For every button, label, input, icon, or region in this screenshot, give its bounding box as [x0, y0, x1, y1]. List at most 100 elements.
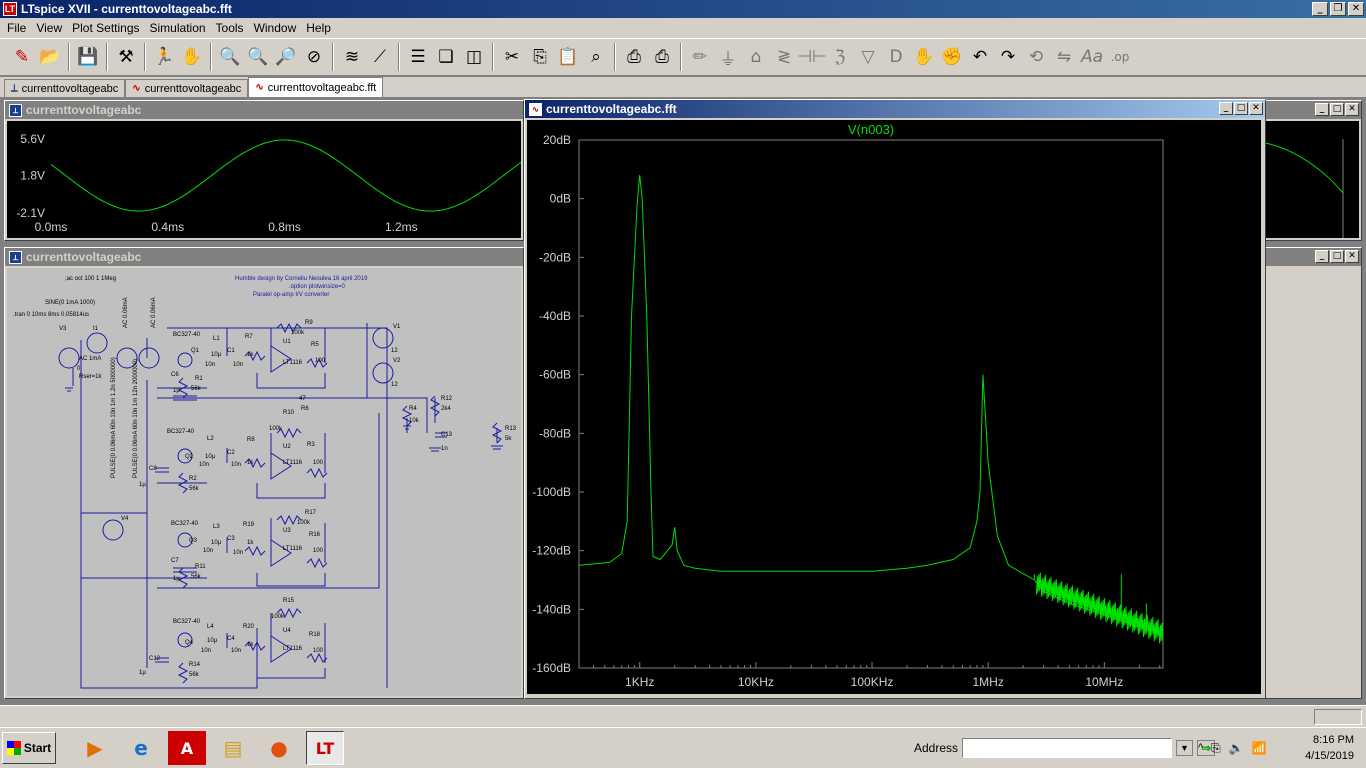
fft-noise-band: [1035, 572, 1163, 644]
redo-icon[interactable]: ↷: [994, 43, 1022, 71]
close-button[interactable]: ✕: [1249, 102, 1263, 115]
copy-icon[interactable]: ⎘: [526, 43, 554, 71]
signal-icon[interactable]: 📶: [1252, 741, 1267, 755]
background-schematic-window[interactable]: _ □ ✕: [1262, 247, 1362, 699]
spice-directive-icon[interactable]: .op: [1106, 43, 1134, 71]
draw-wire-icon[interactable]: ✏: [686, 43, 714, 71]
minimize-button[interactable]: _: [1312, 2, 1328, 16]
diode-icon[interactable]: ▽: [854, 43, 882, 71]
find-icon[interactable]: ⌕: [582, 43, 610, 71]
zoom-in-icon[interactable]: 🔍: [216, 43, 244, 71]
label-r13-val: 5k: [505, 436, 512, 442]
maximize-button[interactable]: □: [1330, 103, 1344, 116]
label-ac006: AC 0.06mA: [123, 297, 129, 328]
explorer-icon[interactable]: ▤: [214, 731, 252, 765]
run-icon[interactable]: 🏃: [150, 43, 178, 71]
menu-file[interactable]: File: [2, 21, 31, 35]
new-schematic-icon[interactable]: ✎: [8, 43, 36, 71]
tile-vertical-icon[interactable]: ◫: [460, 43, 488, 71]
pick-visible-traces-icon[interactable]: ⟋: [366, 43, 394, 71]
mirror-icon[interactable]: ⇋: [1050, 43, 1078, 71]
paste-icon[interactable]: 📋: [554, 43, 582, 71]
schematic-window[interactable]: ⟂ currenttovoltageabc Humble design by C…: [4, 247, 524, 699]
time-plot-window[interactable]: ⟂ currenttovoltageabc 5.6V 1.8V -2.1V 0.0ms…: [4, 100, 524, 241]
network-icon[interactable]: ⎘: [1211, 741, 1221, 756]
close-button[interactable]: ✕: [1345, 250, 1359, 263]
text-icon[interactable]: Aa: [1078, 43, 1106, 71]
schematic-titlebar[interactable]: ⟂ currenttovoltageabc: [5, 248, 523, 266]
control-panel-icon[interactable]: ⚒: [112, 43, 140, 71]
ground-icon[interactable]: ⏚: [714, 43, 742, 71]
close-button[interactable]: ✕: [1345, 103, 1359, 116]
cascade-icon[interactable]: ❏: [432, 43, 460, 71]
print-icon[interactable]: ⎙: [620, 43, 648, 71]
save-icon[interactable]: 💾: [74, 43, 102, 71]
minimize-button[interactable]: _: [1315, 250, 1329, 263]
acrobat-icon[interactable]: A: [168, 731, 206, 765]
fft-trace-label[interactable]: V(n003): [848, 122, 894, 137]
fft-plot-window[interactable]: ∿ currenttovoltageabc.fft _ □ ✕ V(n003) 2…: [524, 99, 1266, 699]
address-input[interactable]: [962, 738, 1173, 758]
menu-help[interactable]: Help: [301, 21, 336, 35]
clock[interactable]: 8:16 PM 4/15/2019: [1305, 732, 1354, 764]
firefox-icon[interactable]: ●: [260, 731, 298, 765]
fft-plot-area[interactable]: V(n003) 20dB 0dB -20dB -40dB -60dB -80dB -100dB…: [527, 120, 1261, 694]
menu-plot-settings[interactable]: Plot Settings: [67, 21, 144, 35]
schematic-icon: ⟂: [11, 83, 18, 94]
label-r8: R8: [247, 437, 255, 443]
capacitor-icon[interactable]: ⊣⊢: [797, 43, 827, 71]
media-player-icon[interactable]: ▶: [76, 731, 114, 765]
minimize-button[interactable]: _: [1219, 102, 1233, 115]
print-setup-icon[interactable]: ⎙: [648, 43, 676, 71]
maximize-button[interactable]: □: [1234, 102, 1248, 115]
show-hidden-icon[interactable]: ^: [1198, 742, 1203, 754]
background-plot-area[interactable]: [1264, 121, 1359, 238]
schematic-canvas[interactable]: Humble design by Corneliu Neoulea 16 apr…: [7, 268, 521, 696]
move-icon[interactable]: ✋: [910, 43, 938, 71]
time-plot-area[interactable]: 5.6V 1.8V -2.1V 0.0ms 0.4ms 0.8ms 1.2ms: [7, 121, 522, 238]
label-r4-val: 10k: [409, 418, 420, 424]
menu-window[interactable]: Window: [249, 21, 302, 35]
zoom-cancel-icon[interactable]: ⊘: [300, 43, 328, 71]
zoom-fit-icon[interactable]: 🔎: [272, 43, 300, 71]
undo-icon[interactable]: ↶: [966, 43, 994, 71]
address-dropdown-icon[interactable]: ▼: [1176, 740, 1193, 756]
drag-icon[interactable]: ✊: [938, 43, 966, 71]
start-button[interactable]: Start: [2, 732, 56, 764]
tab-waveform[interactable]: ∿ currenttovoltageabc: [125, 79, 249, 97]
ltspice-icon[interactable]: LT: [306, 731, 344, 765]
background-plot-titlebar[interactable]: _ □ ✕: [1263, 101, 1361, 119]
minimize-button[interactable]: _: [1315, 103, 1329, 116]
tile-horizontal-icon[interactable]: ☰: [404, 43, 432, 71]
close-button[interactable]: ✕: [1348, 2, 1364, 16]
cut-icon[interactable]: ✂: [498, 43, 526, 71]
background-schematic-titlebar[interactable]: _ □ ✕: [1263, 248, 1361, 266]
time-plot-titlebar[interactable]: ⟂ currenttovoltageabc: [5, 101, 523, 119]
open-icon[interactable]: 📂: [36, 43, 64, 71]
autorange-icon[interactable]: ≋: [338, 43, 366, 71]
fft-chart: V(n003) 20dB 0dB -20dB -40dB -60dB -80dB -100dB…: [532, 122, 1164, 689]
rotate-icon[interactable]: ⟲: [1022, 43, 1050, 71]
zoom-out-icon[interactable]: 🔍: [244, 43, 272, 71]
component-icon[interactable]: D: [882, 43, 910, 71]
label-r16-val: 100: [313, 548, 324, 554]
time-y-tick-label: 5.6V: [20, 132, 45, 146]
resistor-icon[interactable]: ≷: [770, 43, 798, 71]
restore-button[interactable]: ❐: [1330, 2, 1346, 16]
label-r20: R20: [243, 624, 255, 630]
maximize-button[interactable]: □: [1330, 250, 1344, 263]
background-plot-window[interactable]: _ □ ✕: [1262, 100, 1362, 241]
fft-plot-titlebar[interactable]: ∿ currenttovoltageabc.fft _ □ ✕: [525, 100, 1265, 118]
tab-schematic[interactable]: ⟂ currenttovoltageabc: [4, 79, 126, 97]
menu-simulation[interactable]: Simulation: [145, 21, 211, 35]
tab-fft[interactable]: ∿ currenttovoltageabc.fft: [248, 77, 384, 97]
menu-tools[interactable]: Tools: [211, 21, 249, 35]
menu-view[interactable]: View: [31, 21, 67, 35]
volume-icon[interactable]: 🔈: [1229, 741, 1244, 755]
label-net-icon[interactable]: ⌂: [742, 43, 770, 71]
ie-icon[interactable]: e: [122, 731, 160, 765]
inductor-icon[interactable]: ℨ: [826, 43, 854, 71]
label-r5: R5: [311, 342, 319, 348]
halt-icon[interactable]: ✋: [178, 43, 206, 71]
tab-label: currenttovoltageabc.fft: [267, 81, 377, 94]
